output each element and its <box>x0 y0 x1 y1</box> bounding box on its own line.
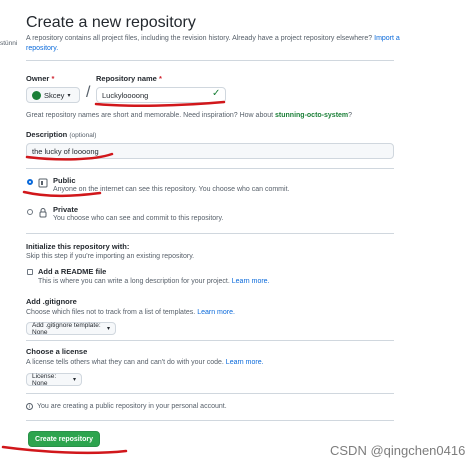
annotation-underline-description <box>25 152 114 161</box>
annotation-underline-create <box>1 445 128 455</box>
annotation-underline-public <box>22 190 102 198</box>
create-repository-page: stünni Create a new repository A reposit… <box>0 0 474 467</box>
annotation-underline-repo-name <box>94 100 226 107</box>
annotation-marks <box>1 100 226 455</box>
watermark: CSDN @qingchen0416 <box>330 443 466 458</box>
